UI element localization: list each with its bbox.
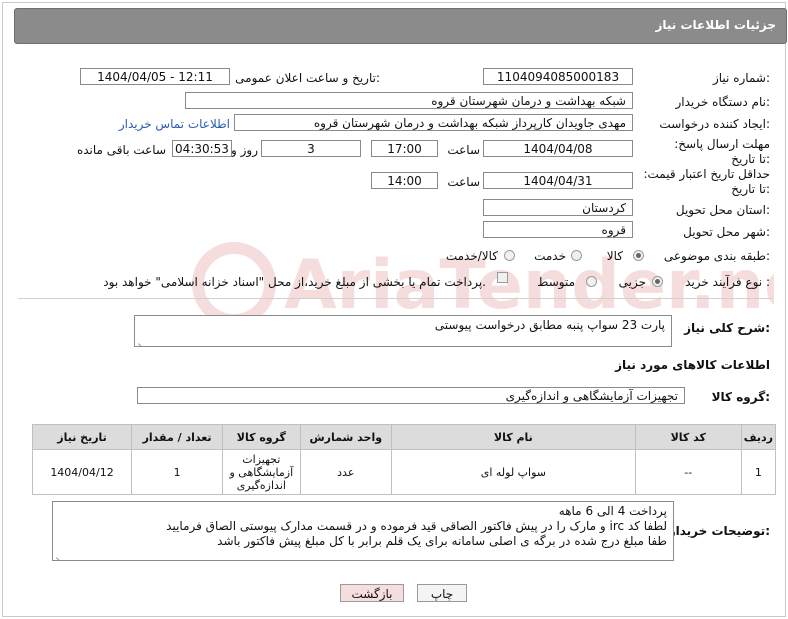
col-date: تاریخ نیاز <box>31 424 133 450</box>
days-label: روز و <box>231 143 258 157</box>
deadline-time-label: ساعت <box>447 143 480 157</box>
validity-date-field: 1404/04/31 <box>483 172 633 189</box>
goods-group-field: تجهیزات آزمایشگاهی و اندازه‌گیری <box>137 387 685 404</box>
cell-date: 1404/04/12 <box>31 449 133 495</box>
province-label: استان محل تحویل: <box>675 203 770 217</box>
buyer-note-line: لطفا کد irc و مارک را در پیش فاکتور الصا… <box>166 519 667 533</box>
print-button[interactable]: چاپ <box>417 584 467 602</box>
days-field: 3 <box>261 140 361 157</box>
treasury-payment-note: پرداخت تمام یا بخشی از مبلغ خرید،از محل … <box>103 275 486 289</box>
summary-text: پارت 23 سواپ پنبه مطابق درخواست پیوستی <box>434 318 665 332</box>
page-header: جزئیات اطلاعات نیاز <box>14 8 787 44</box>
category-radio-goods[interactable] <box>633 250 644 261</box>
category-option-goods-service: کالا/خدمت <box>445 249 498 263</box>
col-name: نام کالا <box>391 424 636 450</box>
process-option-partial: جزیی <box>618 275 646 289</box>
process-option-medium: متوسط <box>537 275 575 289</box>
category-radio-goods-service[interactable] <box>504 250 515 261</box>
category-label: طبقه بندی موضوعی: <box>663 249 770 263</box>
deadline-time-field: 17:00 <box>371 140 438 157</box>
buyer-org-label: نام دستگاه خریدار: <box>675 95 771 109</box>
category-option-goods: کالا <box>606 249 623 263</box>
buyer-org-field: شبکه بهداشت و درمان شهرستان قروه <box>185 92 633 109</box>
back-button[interactable]: بازگشت <box>340 584 404 602</box>
col-row: ردیف <box>740 424 777 450</box>
buyer-notes-label: توضیحات خریدار: <box>668 524 770 538</box>
buyer-contact-link[interactable]: اطلاعات تماس خریدار <box>119 117 230 131</box>
buyer-note-line: طفا مبلغ درج شده در برگه ی اصلی سامانه ب… <box>217 534 667 548</box>
announce-date-field: 1404/04/05 - 12:11 <box>80 68 230 85</box>
goods-table-header: ردیف کد کالا نام کالا واحد شمارش گروه کا… <box>31 424 777 450</box>
page-title: جزئیات اطلاعات نیاز <box>655 18 776 32</box>
remaining-time-label: ساعت باقی مانده <box>76 143 166 157</box>
resize-grip-icon[interactable] <box>56 550 64 558</box>
cell-unit: عدد <box>299 449 393 495</box>
province-field: کردستان <box>483 199 633 216</box>
need-number-label: شماره نیاز: <box>712 71 770 85</box>
goods-table: ردیف کد کالا نام کالا واحد شمارش گروه کا… <box>31 424 777 495</box>
validity-label: حداقل تاریخ اعتبار قیمت: تا تاریخ: <box>643 167 770 196</box>
city-label: شهر محل تحویل: <box>683 225 770 239</box>
deadline-date-field: 1404/04/08 <box>483 140 633 157</box>
col-group: گروه کالا <box>222 424 301 450</box>
process-radio-medium[interactable] <box>586 276 597 287</box>
goods-group-label: گروه کالا: <box>711 390 770 404</box>
col-unit: واحد شمارش <box>299 424 393 450</box>
cell-group: تجهیزات آزمایشگاهی و اندازه‌گیری <box>222 449 301 495</box>
buyer-note-line: پرداخت 4 الی 6 ماهه <box>558 504 667 518</box>
category-radio-service[interactable] <box>571 250 582 261</box>
cell-qty: 1 <box>131 449 224 495</box>
resize-grip-icon[interactable] <box>138 336 146 344</box>
requester-field: مهدی جاویدان کارپرداز شبکه بهداشت و درما… <box>234 114 633 131</box>
validity-time-label: ساعت <box>447 175 480 189</box>
process-label: نوع فرآیند خرید : <box>685 275 770 289</box>
treasury-payment-checkbox[interactable] <box>497 272 508 283</box>
buyer-notes-textarea[interactable]: پرداخت 4 الی 6 ماهه لطفا کد irc و مارک ر… <box>52 501 674 561</box>
summary-textarea[interactable]: پارت 23 سواپ پنبه مطابق درخواست پیوستی <box>134 315 672 347</box>
need-number-field: 1104094085000183 <box>483 68 633 85</box>
category-option-service: خدمت <box>534 249 566 263</box>
goods-section-title: اطلاعات کالاهای مورد نیاز <box>615 358 770 372</box>
cell-name: سواپ لوله ای <box>391 449 636 495</box>
divider <box>18 298 772 299</box>
table-row: 1 -- سواپ لوله ای عدد تجهیزات آزمایشگاهی… <box>31 449 777 495</box>
process-radio-partial[interactable] <box>652 276 663 287</box>
announce-date-label: تاریخ و ساعت اعلان عمومی: <box>235 71 380 85</box>
col-code: کد کالا <box>634 424 742 450</box>
requester-label: ایجاد کننده درخواست: <box>659 117 770 131</box>
cell-row: 1 <box>740 449 777 495</box>
validity-time-field: 14:00 <box>371 172 438 189</box>
deadline-label: مهلت ارسال پاسخ: تا تاریخ: <box>674 137 770 166</box>
cell-code: -- <box>634 449 742 495</box>
remaining-time-field: 04:30:53 <box>172 140 232 157</box>
summary-label: شرح کلی نیاز: <box>684 321 770 335</box>
col-qty: تعداد / مقدار <box>131 424 224 450</box>
city-field: قروه <box>483 221 633 238</box>
